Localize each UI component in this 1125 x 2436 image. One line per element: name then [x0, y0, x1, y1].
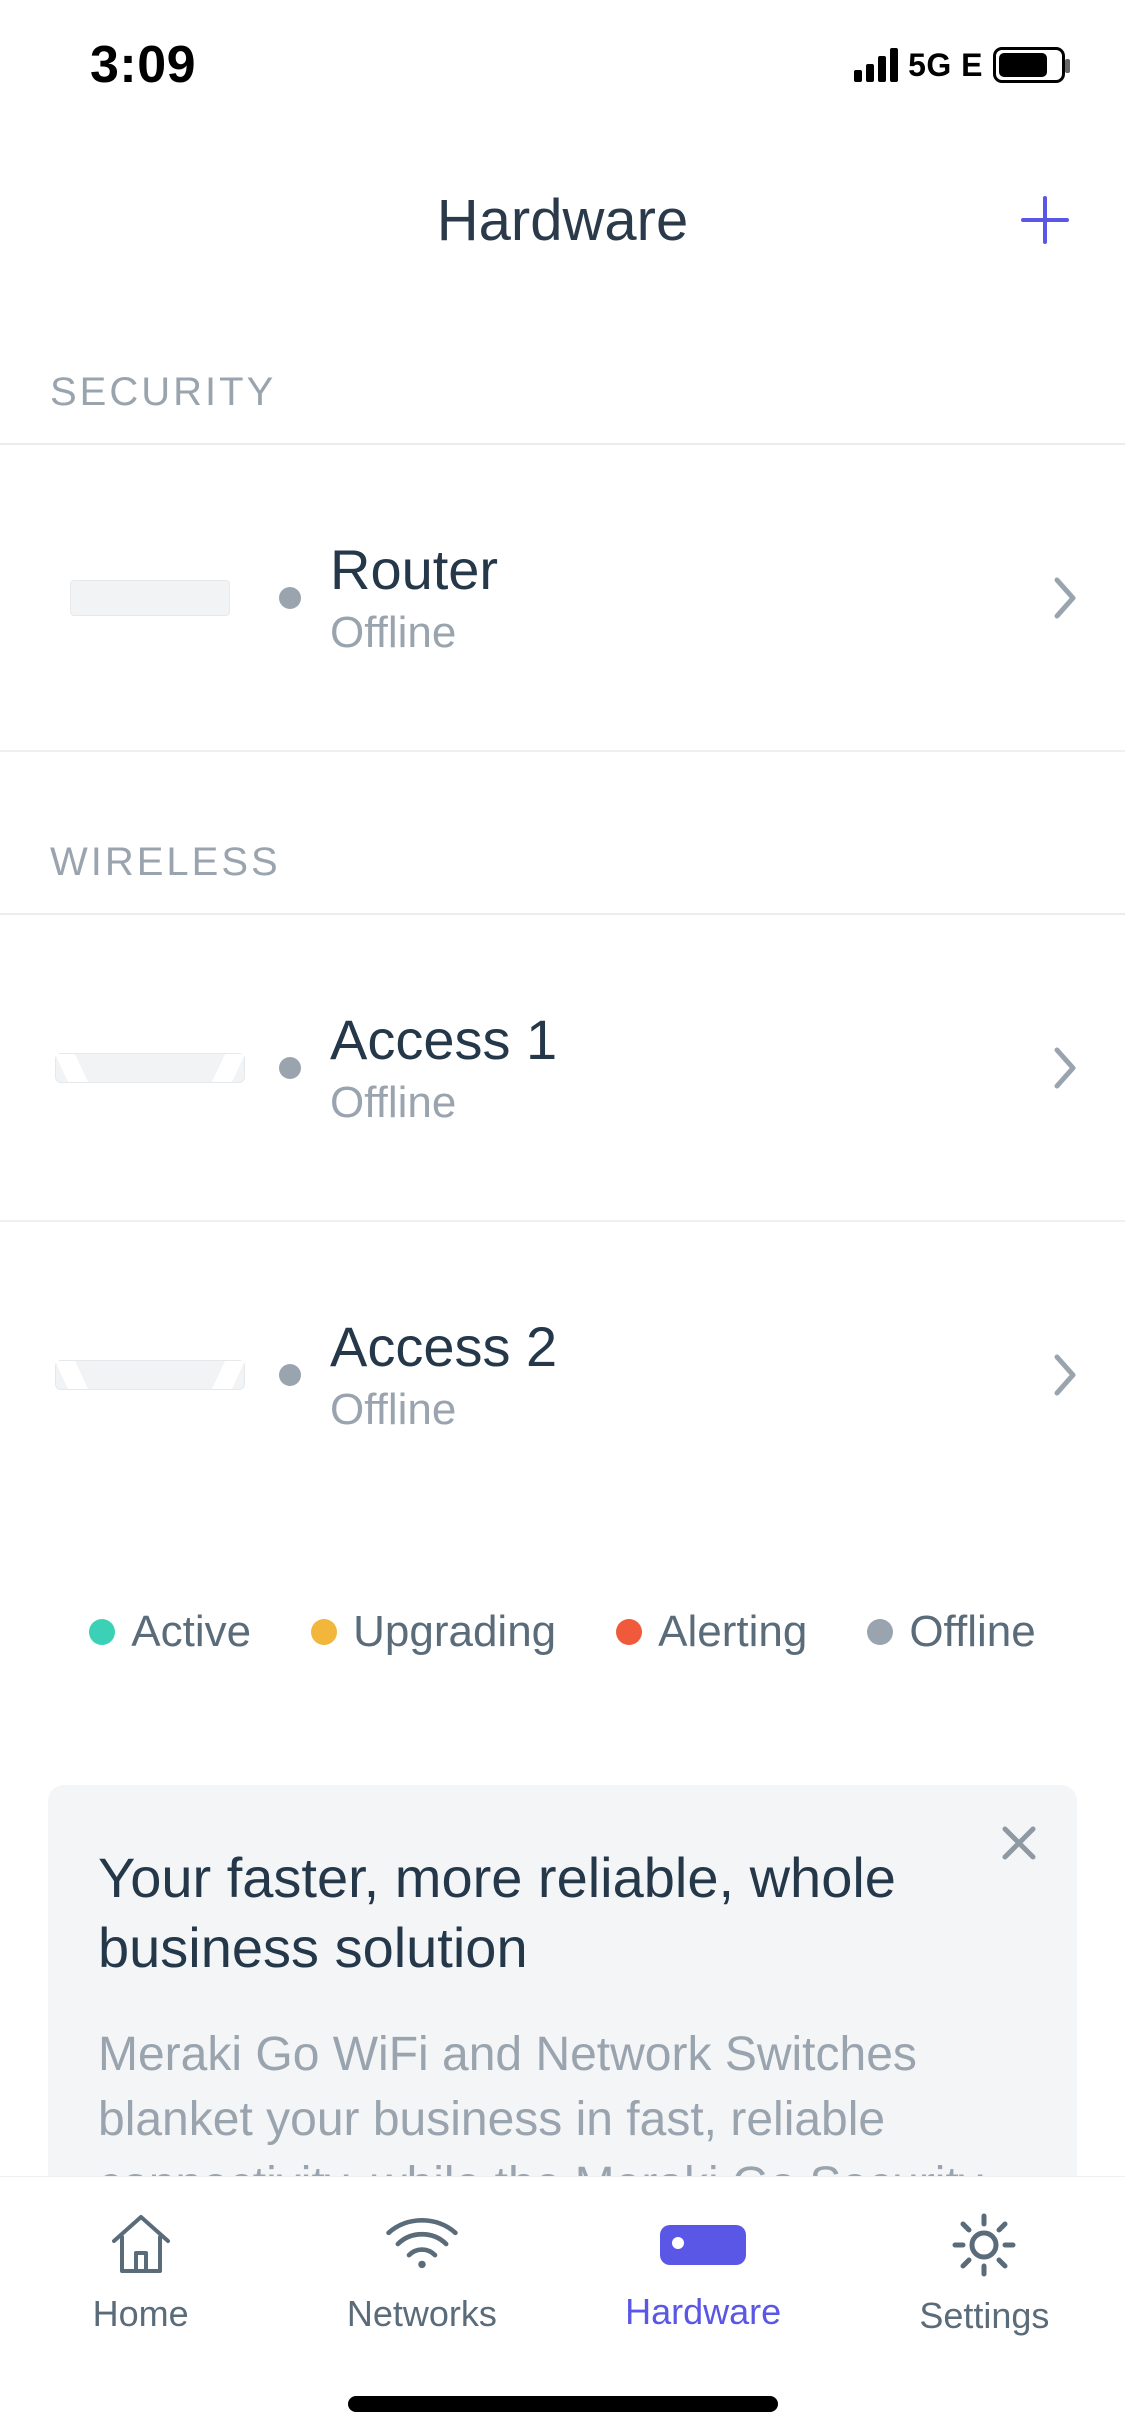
status-time: 3:09 — [90, 35, 196, 95]
close-icon — [1001, 1825, 1037, 1861]
legend-item-offline: Offline — [867, 1607, 1035, 1657]
page-header: Hardware — [0, 130, 1125, 310]
legend-item-upgrading: Upgrading — [311, 1607, 556, 1657]
page-title: Hardware — [437, 187, 688, 254]
chevron-right-icon — [1045, 578, 1085, 618]
device-name: Access 2 — [330, 1314, 1045, 1379]
promo-title: Your faster, more reliable, whole busine… — [98, 1843, 1027, 1983]
legend-label: Upgrading — [353, 1607, 556, 1657]
tab-label: Settings — [919, 2295, 1049, 2337]
legend-dot-offline-icon — [867, 1619, 893, 1645]
tab-home[interactable]: Home — [0, 2177, 281, 2436]
gear-icon — [948, 2209, 1020, 2281]
signal-icon — [854, 48, 898, 82]
router-icon — [70, 580, 230, 616]
legend-label: Offline — [909, 1607, 1035, 1657]
add-button[interactable] — [1013, 188, 1077, 252]
network-type-label: 5G E — [908, 47, 983, 84]
device-thumbnail — [50, 1360, 250, 1390]
section-header-security: SECURITY — [0, 310, 1125, 445]
device-status: Offline — [330, 608, 1045, 658]
chevron-right-icon — [1045, 1355, 1085, 1395]
hardware-icon — [660, 2225, 746, 2265]
device-status: Offline — [330, 1078, 1045, 1128]
device-thumbnail — [50, 1053, 250, 1083]
legend-label: Active — [131, 1607, 251, 1657]
device-status: Offline — [330, 1385, 1045, 1435]
plus-icon — [1019, 194, 1071, 246]
device-name: Access 1 — [330, 1007, 1045, 1072]
home-icon — [106, 2209, 176, 2279]
tab-label: Home — [93, 2293, 189, 2335]
tab-bar: Home Networks Hardware Settings — [0, 2176, 1125, 2436]
chevron-right-icon — [1045, 1048, 1085, 1088]
legend-item-active: Active — [89, 1607, 251, 1657]
home-indicator[interactable] — [348, 2396, 778, 2412]
legend-item-alerting: Alerting — [616, 1607, 807, 1657]
status-bar: 3:09 5G E — [0, 0, 1125, 130]
section-header-wireless: WIRELESS — [0, 752, 1125, 915]
status-right: 5G E — [854, 47, 1065, 84]
legend-dot-active-icon — [89, 1619, 115, 1645]
device-name: Router — [330, 537, 1045, 602]
status-dot-offline-icon — [279, 1364, 301, 1386]
device-row-access-1[interactable]: Access 1 Offline — [0, 915, 1125, 1222]
tab-label: Networks — [347, 2293, 497, 2335]
device-row-router[interactable]: Router Offline — [0, 445, 1125, 752]
access-point-icon — [55, 1053, 245, 1083]
status-legend: Active Upgrading Alerting Offline — [0, 1527, 1125, 1705]
legend-dot-alerting-icon — [616, 1619, 642, 1645]
status-dot-offline-icon — [279, 587, 301, 609]
legend-label: Alerting — [658, 1607, 807, 1657]
wifi-icon — [383, 2209, 461, 2279]
legend-dot-upgrading-icon — [311, 1619, 337, 1645]
device-row-access-2[interactable]: Access 2 Offline — [0, 1222, 1125, 1527]
promo-close-button[interactable] — [995, 1819, 1043, 1867]
battery-icon — [993, 47, 1065, 83]
tab-settings[interactable]: Settings — [844, 2177, 1125, 2436]
status-dot-offline-icon — [279, 1057, 301, 1079]
tab-label: Hardware — [625, 2291, 781, 2333]
device-thumbnail — [50, 580, 250, 616]
access-point-icon — [55, 1360, 245, 1390]
